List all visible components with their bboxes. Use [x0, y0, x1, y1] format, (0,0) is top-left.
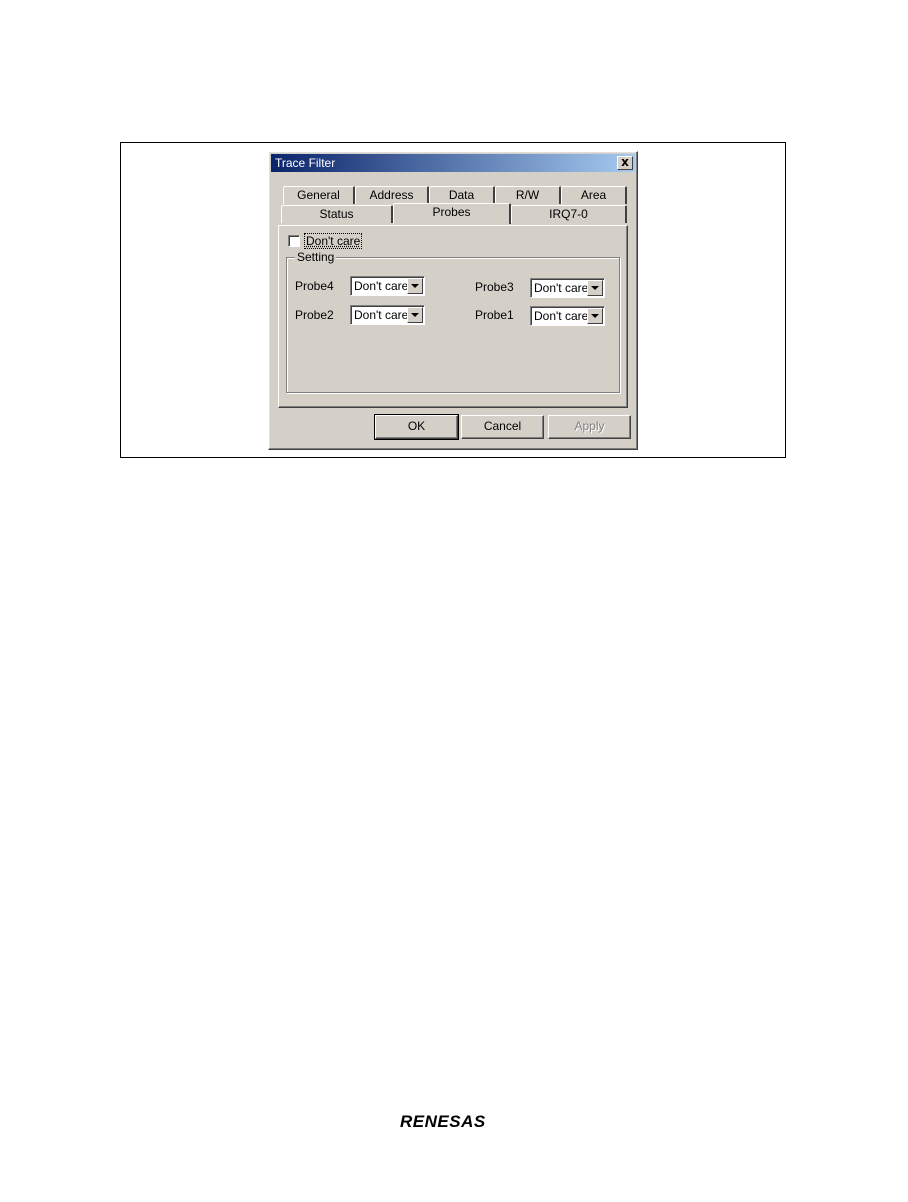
dropdown-arrow-icon[interactable]: [587, 280, 603, 296]
probe2-select[interactable]: Don't care: [350, 305, 425, 325]
tab-general[interactable]: General: [283, 186, 355, 204]
tab-rw[interactable]: R/W: [495, 186, 561, 204]
probe3-value: Don't care: [534, 281, 589, 295]
probe1-value: Don't care: [534, 309, 589, 323]
title-bar[interactable]: Trace Filter x: [271, 154, 635, 172]
close-icon: x: [621, 155, 629, 169]
probe3-select[interactable]: Don't care: [530, 278, 605, 298]
probe4-select[interactable]: Don't care: [350, 276, 425, 296]
dropdown-arrow-icon[interactable]: [587, 308, 603, 324]
setting-group-title: Setting: [295, 250, 337, 264]
probe3-label: Probe3: [475, 280, 514, 294]
tab-irq7-0[interactable]: IRQ7-0: [511, 205, 627, 223]
setting-groupbox: Setting Probe4 Don't care Probe3 Don't c…: [286, 250, 620, 393]
probe2-label: Probe2: [295, 308, 334, 322]
close-button[interactable]: x: [617, 156, 633, 170]
tab-data[interactable]: Data: [429, 186, 495, 204]
cancel-button[interactable]: Cancel: [461, 415, 544, 439]
probe4-value: Don't care: [354, 279, 409, 293]
trace-filter-dialog: Trace Filter x General Address Data R/W …: [268, 151, 638, 450]
dialog-title: Trace Filter: [275, 156, 336, 170]
probe1-label: Probe1: [475, 308, 514, 322]
renesas-logo: RENESAS: [400, 1112, 486, 1131]
dropdown-arrow-icon[interactable]: [407, 278, 423, 294]
probe2-value: Don't care: [354, 308, 409, 322]
probes-tab-panel: Don't care Setting Probe4 Don't care Pro…: [278, 225, 628, 408]
tab-address[interactable]: Address: [355, 186, 429, 204]
tab-area[interactable]: Area: [561, 186, 627, 204]
apply-button[interactable]: Apply: [548, 415, 631, 439]
ok-button[interactable]: OK: [374, 414, 459, 440]
probe1-select[interactable]: Don't care: [530, 306, 605, 326]
tab-status[interactable]: Status: [281, 205, 393, 223]
dont-care-checkbox[interactable]: [288, 235, 300, 247]
dont-care-label[interactable]: Don't care: [303, 233, 363, 249]
probe4-label: Probe4: [295, 279, 334, 293]
tab-probes[interactable]: Probes: [393, 203, 511, 224]
dropdown-arrow-icon[interactable]: [407, 307, 423, 323]
